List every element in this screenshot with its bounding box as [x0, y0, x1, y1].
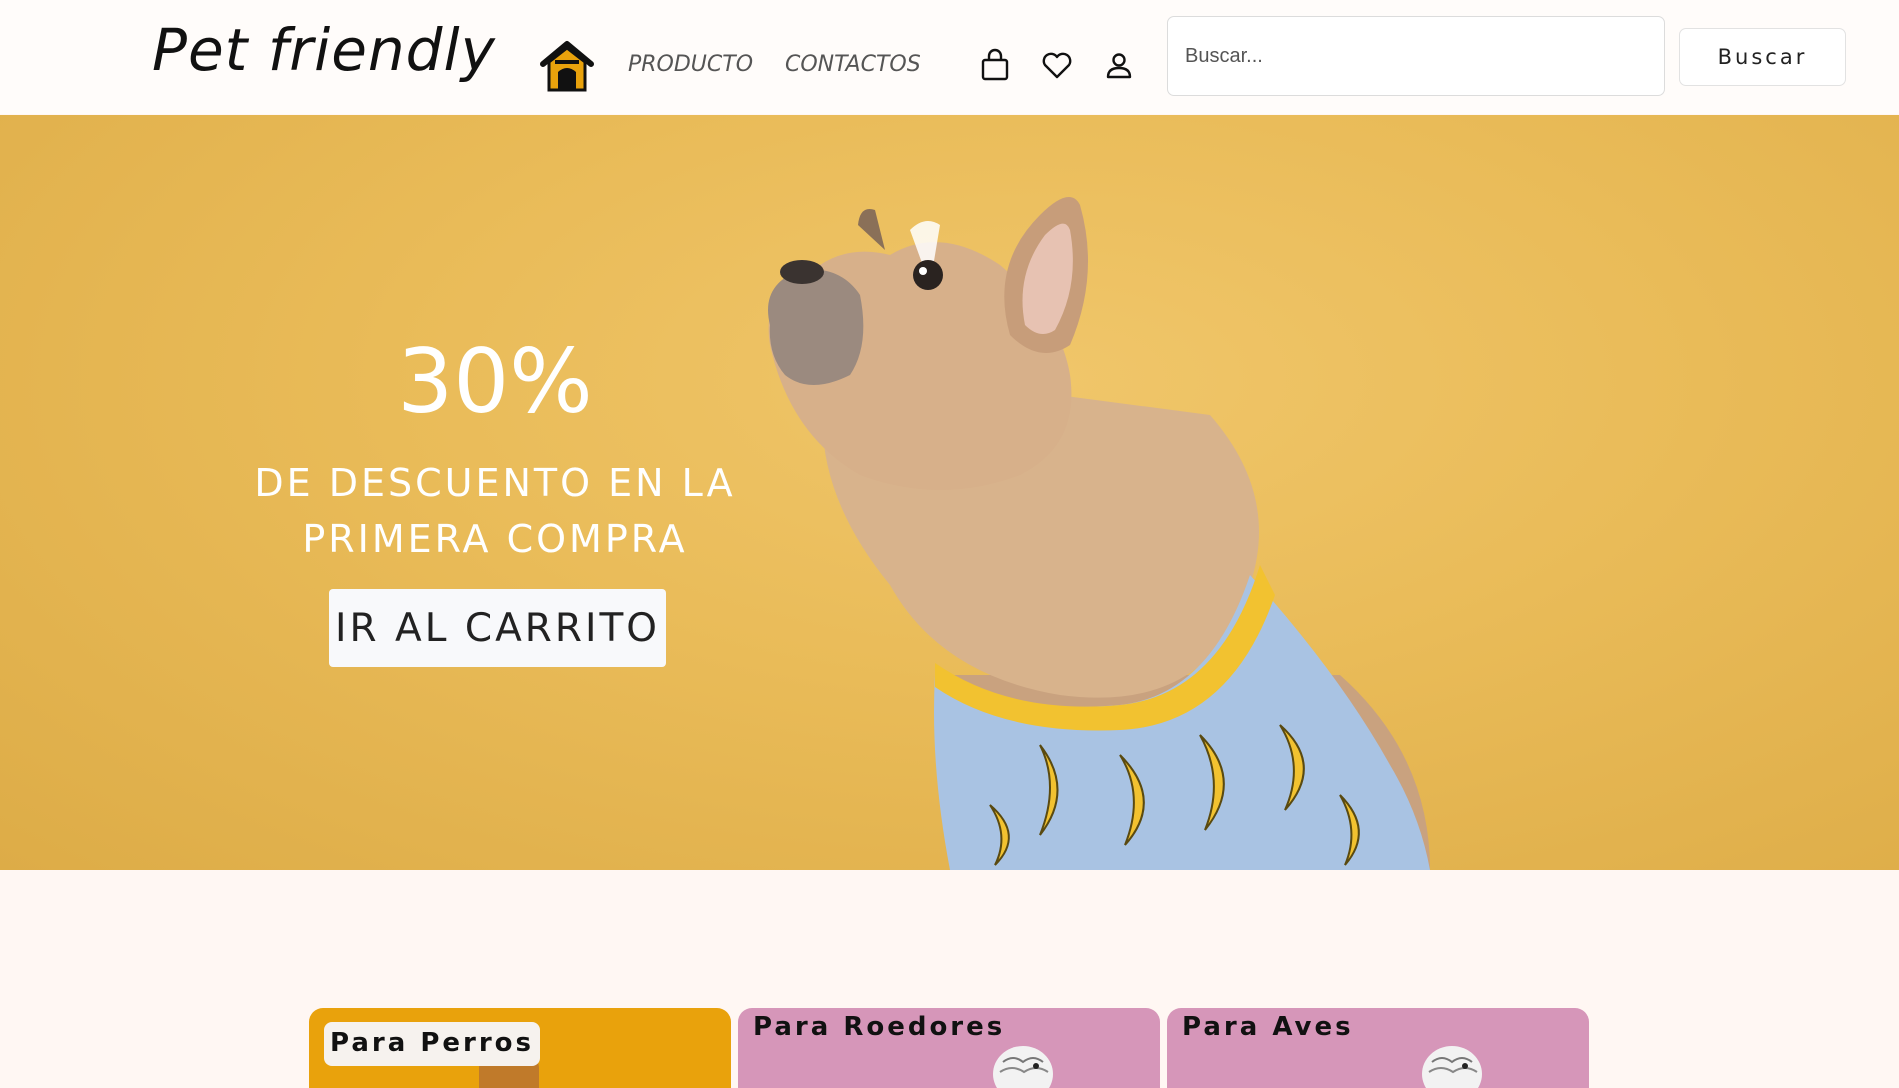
hero-banner: 30% DE DESCUENTO EN LA PRIMERA COMPRA IR…: [0, 115, 1899, 870]
category-label: Para Aves: [1182, 1012, 1354, 1042]
hero-subtitle: DE DESCUENTO EN LA PRIMERA COMPRA: [230, 455, 760, 567]
brand-logo[interactable]: Pet friendly: [152, 16, 496, 84]
search-button[interactable]: Buscar: [1679, 28, 1846, 86]
category-label: Para Roedores: [753, 1012, 1006, 1042]
french-bulldog-image: [768, 197, 1430, 870]
heart-icon[interactable]: [1041, 48, 1073, 82]
home-icon[interactable]: [540, 40, 594, 92]
site-header: Pet friendly PRODUCTO CONTACTOS Buscar: [0, 0, 1899, 114]
hero-discount: 30%: [397, 330, 593, 433]
parakeet-image: [993, 1046, 1053, 1088]
user-icon[interactable]: [1103, 48, 1135, 82]
search-input[interactable]: [1167, 16, 1665, 96]
go-to-cart-button[interactable]: IR AL CARRITO: [329, 589, 666, 667]
shopping-bag-icon[interactable]: [979, 48, 1011, 82]
nav-contactos-link[interactable]: CONTACTOS: [785, 52, 921, 77]
nav-producto-link[interactable]: PRODUCTO: [628, 52, 753, 77]
category-card-perros[interactable]: Para Perros: [309, 1008, 731, 1088]
category-card-roedores[interactable]: Para Roedores: [738, 1008, 1160, 1088]
category-card-aves[interactable]: Para Aves: [1167, 1008, 1589, 1088]
category-label: Para Perros: [324, 1022, 540, 1066]
hero-subtitle-line1: DE DESCUENTO EN LA: [254, 461, 736, 505]
hero-subtitle-line2: PRIMERA COMPRA: [302, 517, 688, 561]
parakeet-image: [1422, 1046, 1482, 1088]
